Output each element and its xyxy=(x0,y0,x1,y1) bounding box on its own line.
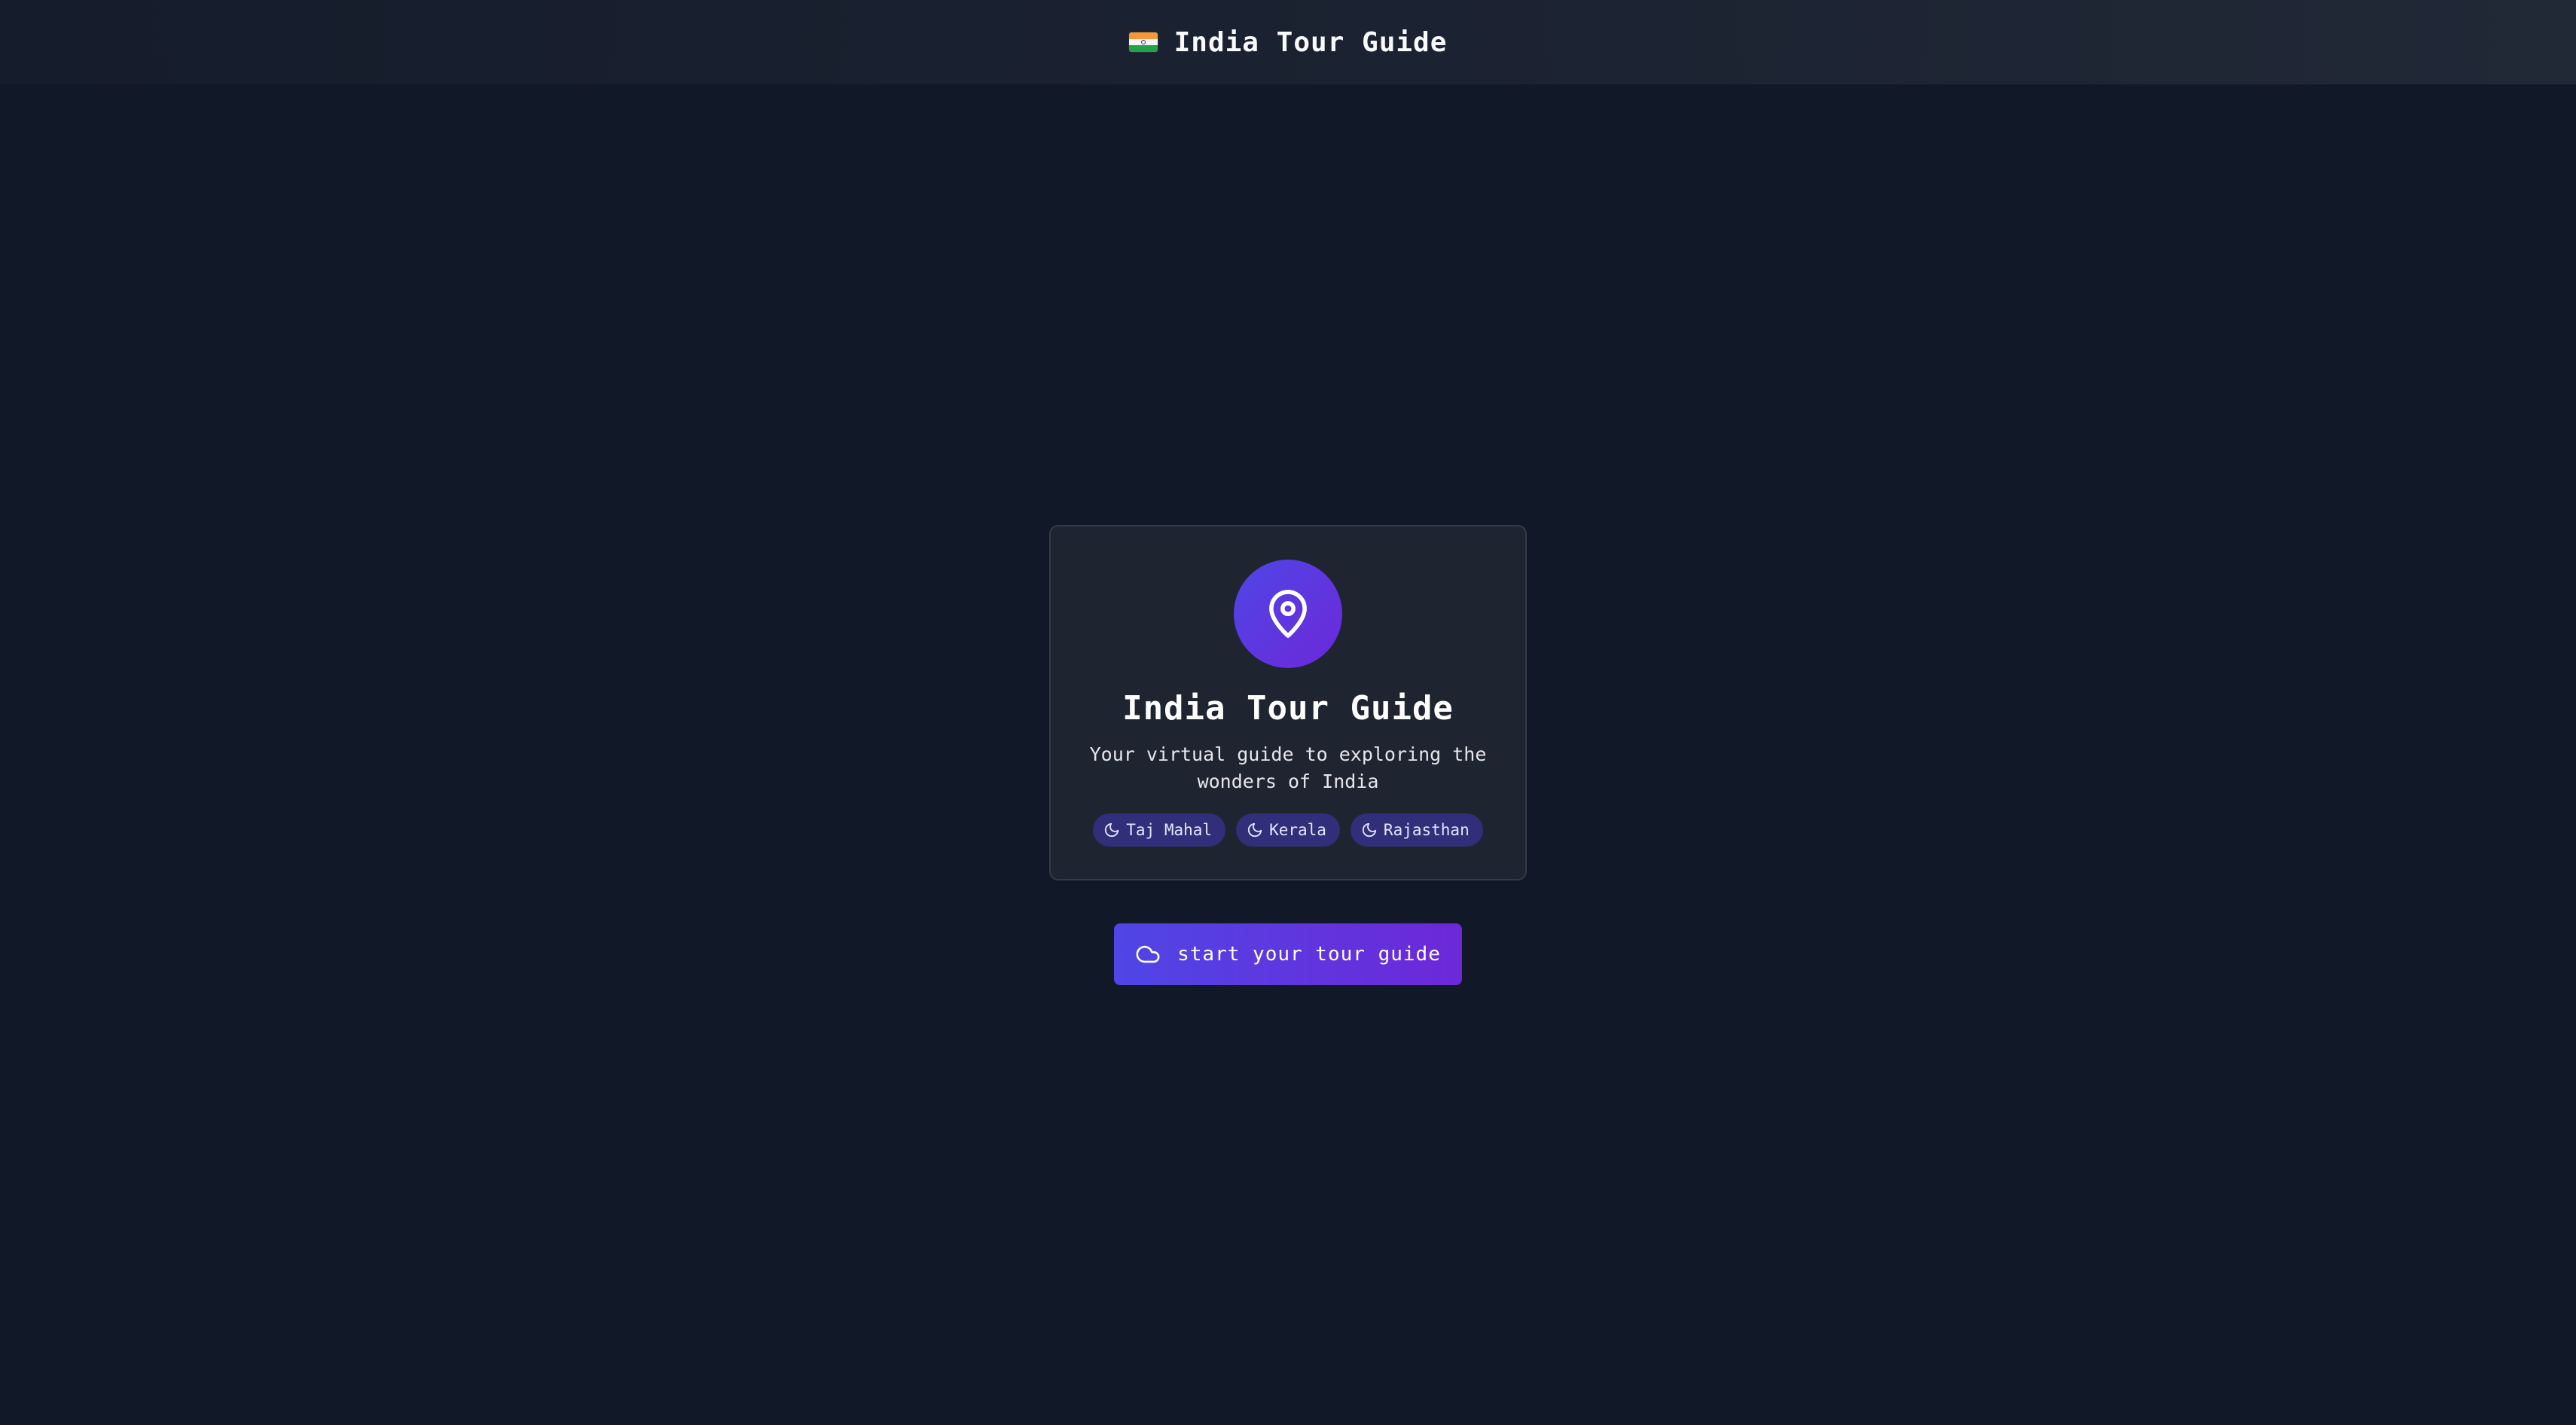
tag-label: Taj Mahal xyxy=(1126,821,1213,839)
tag-taj-mahal: Taj Mahal xyxy=(1093,813,1226,847)
moon-icon xyxy=(1247,822,1262,838)
start-tour-button[interactable]: start your tour guide xyxy=(1114,923,1462,985)
card-title: India Tour Guide xyxy=(1122,689,1454,728)
moon-icon xyxy=(1362,822,1377,838)
header-title: India Tour Guide xyxy=(1174,26,1448,58)
page: India Tour Guide India Tour Guide Your v… xyxy=(0,0,2576,1425)
header-brand: India Tour Guide xyxy=(1128,26,1448,58)
india-flag-icon xyxy=(1128,32,1158,52)
top-header: India Tour Guide xyxy=(0,0,2576,84)
tag-label: Kerala xyxy=(1269,821,1326,839)
destination-tags: Taj Mahal Kerala Rajasthan xyxy=(1093,813,1483,847)
tag-rajasthan: Rajasthan xyxy=(1350,813,1483,847)
tag-label: Rajasthan xyxy=(1383,821,1470,839)
map-pin-icon xyxy=(1269,590,1307,638)
tag-kerala: Kerala xyxy=(1236,813,1340,847)
cloud-icon xyxy=(1136,945,1160,963)
intro-card: India Tour Guide Your virtual guide to e… xyxy=(1049,525,1527,880)
map-pin-badge xyxy=(1234,560,1342,668)
start-tour-label: start your tour guide xyxy=(1177,943,1441,966)
card-subtitle: Your virtual guide to exploring the wond… xyxy=(1089,743,1487,792)
moon-icon xyxy=(1105,822,1119,838)
